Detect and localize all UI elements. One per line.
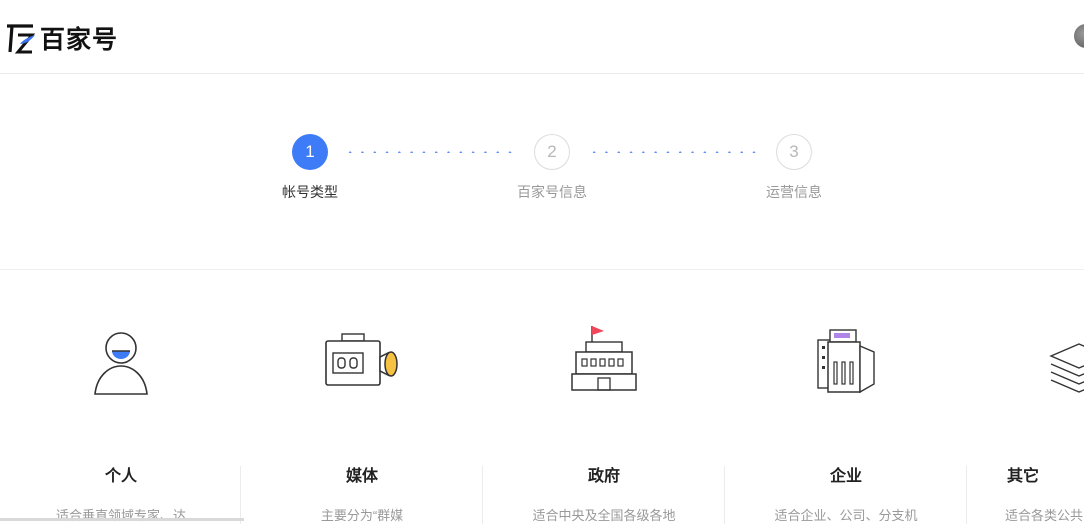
- step-connector-1: [344, 151, 520, 153]
- step-2-number: 2: [534, 134, 570, 170]
- media-title: 媒体: [345, 468, 378, 485]
- account-type-other[interactable]: 其它 适合各类公共: [967, 270, 1084, 524]
- other-description: 适合各类公共: [1005, 508, 1084, 523]
- top-header: 百家号: [0, 0, 1084, 74]
- step-3-label: 运营信息: [766, 184, 822, 200]
- personal-title: 个人: [104, 468, 137, 485]
- government-title: 政府: [587, 468, 620, 485]
- other-title: 其它: [1007, 468, 1040, 485]
- step-3: 3 运营信息: [754, 134, 834, 202]
- user-avatar[interactable]: [1074, 24, 1084, 48]
- step-3-number: 3: [776, 134, 812, 170]
- personal-description: 适合垂直领域专家、达: [55, 508, 186, 523]
- government-building-icon: [571, 326, 637, 391]
- progress-steps: 1 帐号类型 2 百家号信息 3 运营信息: [0, 74, 1084, 270]
- logo-text: 百家号: [40, 25, 119, 54]
- logo-mark-icon: [7, 24, 36, 54]
- step-1-label: 帐号类型: [282, 184, 338, 200]
- video-camera-icon: [325, 333, 398, 386]
- step-1-number: 1: [292, 134, 328, 170]
- account-type-enterprise[interactable]: 企业 适合企业、公司、分支机: [725, 270, 967, 524]
- account-type-media[interactable]: 媒体 主要分为“群媒: [241, 270, 483, 524]
- step-1: 1 帐号类型: [270, 134, 350, 202]
- enterprise-title: 企业: [829, 468, 862, 485]
- enterprise-description: 适合企业、公司、分支机: [774, 508, 918, 523]
- media-description: 主要分为“群媒: [320, 508, 404, 523]
- step-2: 2 百家号信息: [502, 134, 602, 202]
- office-building-icon: [817, 329, 875, 394]
- government-description: 适合中央及全国各级各地: [532, 508, 676, 523]
- stack-icon: [1049, 343, 1084, 393]
- account-type-government[interactable]: 政府 适合中央及全国各级各地: [483, 270, 725, 524]
- baijiahao-logo[interactable]: 百家号: [4, 20, 118, 56]
- step-connector-2: [588, 151, 764, 153]
- person-icon: [94, 332, 148, 395]
- horizontal-scrollbar[interactable]: [0, 518, 244, 521]
- account-type-personal[interactable]: 个人 适合垂直领域专家、达: [0, 270, 242, 524]
- account-type-cards: 个人 适合垂直领域专家、达 媒体 主要分为“群媒 政府 适合中央及全国各级各地 …: [0, 270, 1084, 524]
- step-2-label: 百家号信息: [517, 184, 587, 200]
